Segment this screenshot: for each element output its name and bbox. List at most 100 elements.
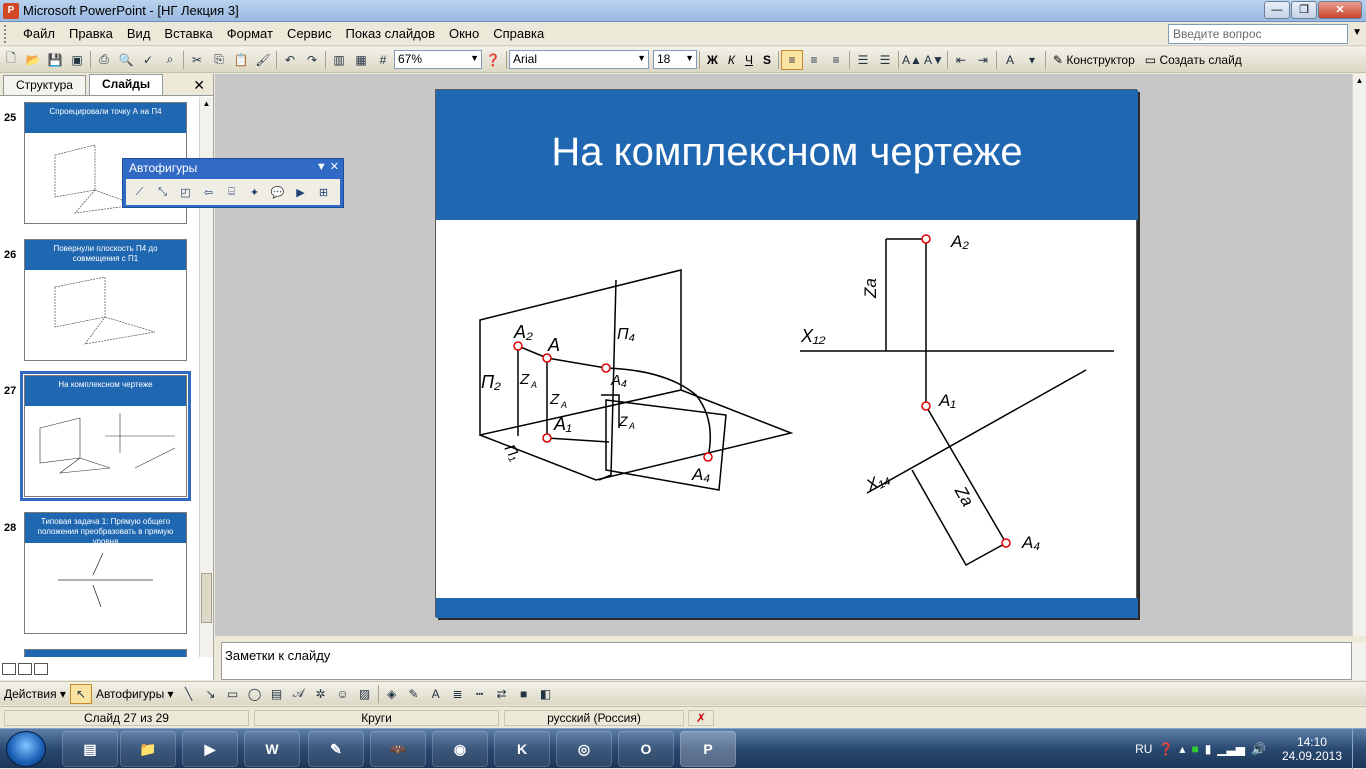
scroll-up-icon[interactable]: ▲ [200, 97, 213, 111]
copy-icon[interactable]: ⎘ [208, 50, 230, 70]
font-color-icon[interactable]: A [999, 50, 1021, 70]
menu-grip[interactable] [4, 24, 16, 43]
language-indicator[interactable]: RU [1135, 742, 1152, 756]
scroll-up-icon[interactable]: ▲ [1353, 74, 1366, 88]
tab-outline[interactable]: Структура [3, 75, 86, 95]
menu-edit[interactable]: Правка [62, 26, 120, 41]
shadow-button[interactable]: S [758, 50, 776, 70]
more-autoshapes-icon[interactable]: ⊞ [312, 182, 335, 202]
rectangle-icon[interactable]: ▭ [222, 684, 244, 704]
font-color-icon[interactable]: A [425, 684, 447, 704]
volume-icon[interactable]: 🔊 [1251, 742, 1266, 756]
bullets-icon[interactable]: ☰ [874, 50, 896, 70]
new-icon[interactable]: 🗋 [0, 50, 22, 70]
picture-icon[interactable]: ▨ [354, 684, 376, 704]
numbering-icon[interactable]: ☰ [852, 50, 874, 70]
autoshapes-menu[interactable]: Автофигуры ▾ [92, 687, 178, 701]
clipart-icon[interactable]: ☺ [332, 684, 354, 704]
align-center-icon[interactable]: ≡ [803, 50, 825, 70]
insert-table-icon[interactable]: ▦ [350, 50, 372, 70]
new-slide-button[interactable]: ▭ Создать слайд [1140, 50, 1247, 70]
notes-scrollbar[interactable] [1352, 642, 1366, 680]
slide-preview[interactable] [24, 649, 187, 657]
signal-icon[interactable]: ▁▃▅ [1217, 742, 1245, 756]
taskbar-app-powerpoint-icon[interactable]: P [680, 731, 736, 767]
taskbar-app-chrome-icon[interactable]: ◎ [556, 731, 612, 767]
increase-indent-icon[interactable]: ⇥ [972, 50, 994, 70]
slide-sorter-icon[interactable] [18, 663, 32, 675]
underline-button[interactable]: Ч [740, 50, 758, 70]
menu-help[interactable]: Справка [486, 26, 551, 41]
decrease-indent-icon[interactable]: ⇤ [950, 50, 972, 70]
select-objects-icon[interactable]: ↖ [69, 683, 92, 704]
zoom-combo[interactable]: 67% ▼ [394, 50, 482, 69]
slide-editing-area[interactable]: На комплексном чертеже A₂ A П₄ П₂ Z A Z … [215, 74, 1352, 636]
show-desktop-button[interactable] [1352, 729, 1366, 769]
print-icon[interactable]: ⎙ [93, 50, 115, 70]
dash-style-icon[interactable]: ┅ [469, 684, 491, 704]
grid-icon[interactable]: # [372, 50, 394, 70]
slideshow-icon[interactable] [34, 663, 48, 675]
line-icon[interactable]: ╲ [178, 684, 200, 704]
arrow-style-icon[interactable]: ⇄ [491, 684, 513, 704]
spellcheck-status-icon[interactable]: ✗ [688, 710, 714, 726]
close-button[interactable]: ✕ [1318, 1, 1362, 19]
slide-scrollbar[interactable]: ▲ [1352, 74, 1366, 636]
current-slide[interactable]: На комплексном чертеже A₂ A П₄ П₂ Z A Z … [435, 89, 1138, 618]
taskbar-app-explorer-icon[interactable]: 📁 [120, 731, 176, 767]
diagram-icon[interactable]: ✲ [310, 684, 332, 704]
zoom-dropdown-icon[interactable]: ▼ [470, 53, 479, 63]
slide-preview-selected[interactable]: На комплексном чертеже [20, 371, 191, 501]
redo-icon[interactable]: ↷ [301, 50, 323, 70]
size-combo[interactable]: 18 ▼ [653, 50, 697, 69]
open-icon[interactable]: 📂 [22, 50, 44, 70]
grow-font-icon[interactable]: A▲ [901, 50, 923, 70]
ask-dropdown-icon[interactable]: ▼ [1352, 27, 1362, 38]
oval-icon[interactable]: ◯ [244, 684, 266, 704]
normal-view-icon[interactable] [2, 663, 16, 675]
menu-format[interactable]: Формат [220, 26, 280, 41]
textbox-icon[interactable]: ▤ [266, 684, 288, 704]
menu-view[interactable]: Вид [120, 26, 158, 41]
designer-button[interactable]: ✎ Конструктор [1048, 50, 1140, 70]
format-painter-icon[interactable]: 🖌 [252, 50, 274, 70]
notes-placeholder[interactable]: Заметки к слайду [225, 648, 330, 663]
pdf-icon[interactable]: ▣ [66, 50, 88, 70]
callouts-icon[interactable]: 💬 [266, 182, 289, 202]
block-arrows-icon[interactable]: ⇦ [197, 182, 220, 202]
menu-slideshow[interactable]: Показ слайдов [338, 26, 442, 41]
clock[interactable]: 14:10 24.09.2013 [1282, 735, 1342, 763]
start-button[interactable] [6, 731, 46, 767]
flowchart-icon[interactable]: ⌸ [220, 182, 243, 202]
align-right-icon[interactable]: ≡ [825, 50, 847, 70]
undo-icon[interactable]: ↶ [279, 50, 301, 70]
menu-insert[interactable]: Вставка [157, 26, 219, 41]
notes-pane[interactable]: Заметки к слайду [221, 642, 1352, 680]
shadow-icon[interactable]: ■ [513, 684, 535, 704]
shrink-font-icon[interactable]: A▼ [923, 50, 945, 70]
action-buttons-icon[interactable]: ▶ [289, 182, 312, 202]
italic-button[interactable]: К [723, 50, 740, 70]
status-tray-icon[interactable]: ■ [1191, 742, 1198, 756]
toolbar-options-icon[interactable]: ▼ ✕ [316, 160, 339, 173]
insert-chart-icon[interactable]: ▥ [328, 50, 350, 70]
menu-window[interactable]: Окно [442, 26, 486, 41]
actions-menu[interactable]: Действия ▾ [0, 687, 70, 701]
taskbar-app-monitor-icon[interactable]: ▤ [62, 731, 118, 767]
menu-tools[interactable]: Сервис [280, 26, 339, 41]
spellcheck-icon[interactable]: ✓ [137, 50, 159, 70]
minimize-button[interactable]: — [1264, 1, 1290, 19]
wordart-icon[interactable]: 𝒜 [288, 684, 310, 704]
cut-icon[interactable]: ✂ [186, 50, 208, 70]
slide-preview[interactable]: Типовая задача 1: Прямую общего положени… [24, 512, 187, 634]
tab-slides[interactable]: Слайды [88, 74, 164, 95]
slide-preview[interactable]: Повернули плоскость П4 до совмещения с П… [24, 239, 187, 361]
size-dropdown-icon[interactable]: ▼ [685, 53, 694, 63]
taskbar-app-opera-icon[interactable]: O [618, 731, 674, 767]
ask-question-input[interactable]: Введите вопрос [1168, 24, 1348, 44]
arrow-icon[interactable]: ↘ [200, 684, 222, 704]
font-color-dropdown-icon[interactable]: ▾ [1021, 50, 1043, 70]
taskbar-app-word-icon[interactable]: W [244, 731, 300, 767]
connectors-icon[interactable]: ⤡ [151, 182, 174, 202]
help-tray-icon[interactable]: ❓ [1158, 742, 1173, 756]
